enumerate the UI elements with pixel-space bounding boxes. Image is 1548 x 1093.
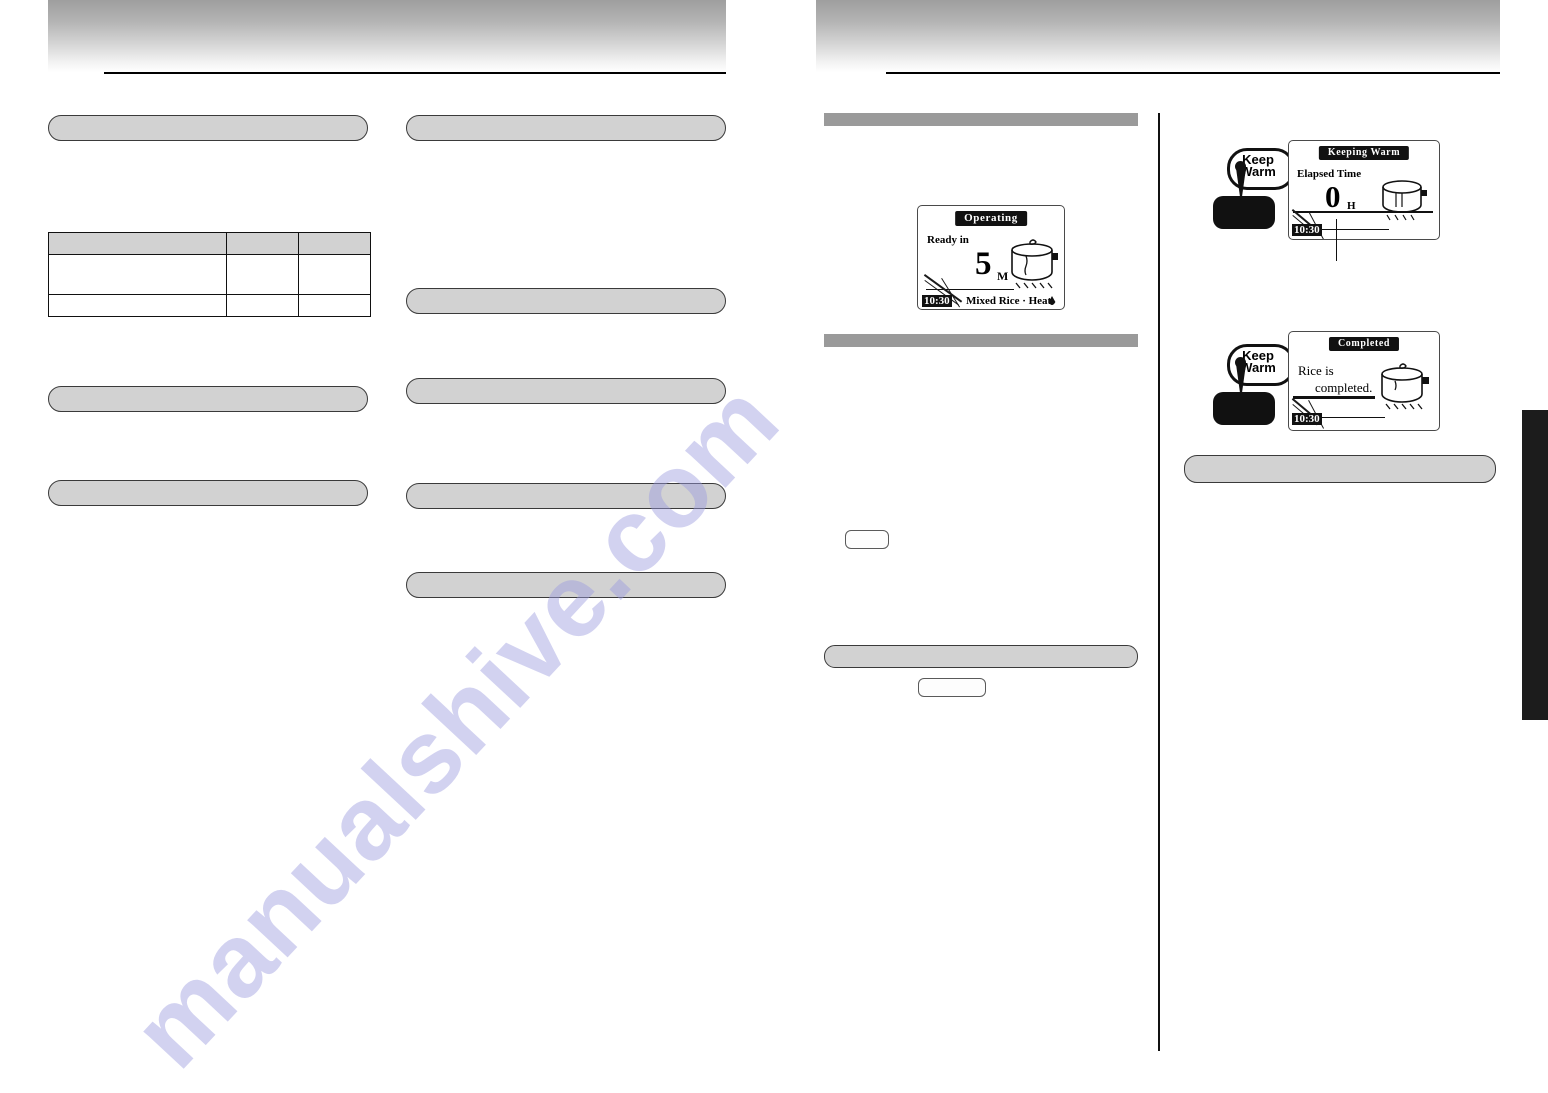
left-page-right-col-heading-4	[406, 483, 726, 509]
section-bar-1	[824, 113, 1138, 126]
lcd-keeping-warm-clock: 10:30	[1292, 224, 1322, 236]
table-header-cell-1	[48, 232, 227, 255]
callout-box-1	[845, 530, 889, 549]
lcd-operating-footer: Mixed Rice · Heat	[966, 295, 1052, 307]
left-col-heading-3	[48, 480, 368, 506]
table-cell	[298, 254, 371, 295]
index-tab[interactable]	[1522, 410, 1548, 720]
table-row	[48, 294, 371, 317]
lcd-operating: Operating Ready in 5 M 10:30 Mixed Rice …	[917, 205, 1065, 310]
left-page-right-col-heading-1	[406, 115, 726, 141]
heat-level-icon	[1048, 296, 1056, 305]
rice-pot-icon	[1381, 363, 1429, 410]
lcd-completed-clock: 10:30	[1292, 413, 1322, 425]
lcd-keeping-warm-value: 0	[1325, 179, 1341, 214]
left-col-heading-1	[48, 115, 368, 141]
table-cell	[48, 254, 227, 295]
spec-table	[48, 232, 371, 317]
right-page: Operating Ready in 5 M 10:30 Mixed Rice …	[766, 0, 1548, 1093]
column-divider	[1158, 113, 1160, 1051]
left-page-masthead-rule	[104, 72, 726, 74]
lcd-keeping-warm-title: Keeping Warm	[1318, 146, 1410, 160]
lcd-completed-label-line2: completed.	[1315, 380, 1373, 395]
right-page-masthead	[816, 0, 1500, 72]
table-cell	[226, 254, 299, 295]
left-page-masthead	[48, 0, 726, 72]
left-page-right-col-heading-5	[406, 572, 726, 598]
rice-pot-icon	[1382, 180, 1427, 221]
left-page	[0, 0, 766, 1093]
keeping-warm-leader-line	[1336, 219, 1338, 261]
lcd-operating-value: 5	[975, 246, 992, 282]
left-page-right-col-heading-2	[406, 288, 726, 314]
callout-box-2	[918, 678, 986, 697]
lcd-keeping-warm: Keeping Warm Elapsed Time 0 H 10:30	[1288, 140, 1440, 240]
table-cell	[48, 294, 227, 317]
keep-warm-key-1[interactable]	[1213, 196, 1275, 229]
keep-warm-button-1[interactable]: Keep Warm	[1213, 148, 1295, 232]
table-header-row	[48, 232, 371, 255]
lcd-operating-title: Operating	[955, 211, 1027, 226]
left-page-right-col-heading-3	[406, 378, 726, 404]
table-header-cell-3	[298, 232, 371, 255]
table-cell	[298, 294, 371, 317]
lcd-operating-label: Ready in	[927, 234, 969, 246]
middle-col-heading-1	[824, 645, 1138, 668]
lcd-keeping-warm-rule-2	[1317, 229, 1389, 230]
lcd-completed-rule-2	[1311, 417, 1385, 418]
table-header-cell-2	[226, 232, 299, 255]
lcd-completed: Completed Rice is completed. 10:30	[1288, 331, 1440, 431]
right-col-heading-1	[1184, 455, 1496, 483]
lcd-completed-rule-1	[1293, 396, 1375, 399]
table-row	[48, 254, 371, 295]
lcd-completed-title: Completed	[1328, 337, 1400, 351]
section-bar-2	[824, 334, 1138, 347]
right-page-masthead-rule	[886, 72, 1500, 74]
keep-warm-button-2[interactable]: Keep Warm	[1213, 344, 1295, 428]
lcd-completed-label-line1: Rice is	[1298, 363, 1334, 378]
lcd-keeping-warm-rule-1	[1293, 211, 1433, 213]
lcd-operating-clock: 10:30	[922, 295, 952, 307]
keep-warm-key-2[interactable]	[1213, 392, 1275, 425]
left-col-heading-2	[48, 386, 368, 412]
table-cell	[226, 294, 299, 317]
rice-pot-icon	[1011, 239, 1058, 289]
